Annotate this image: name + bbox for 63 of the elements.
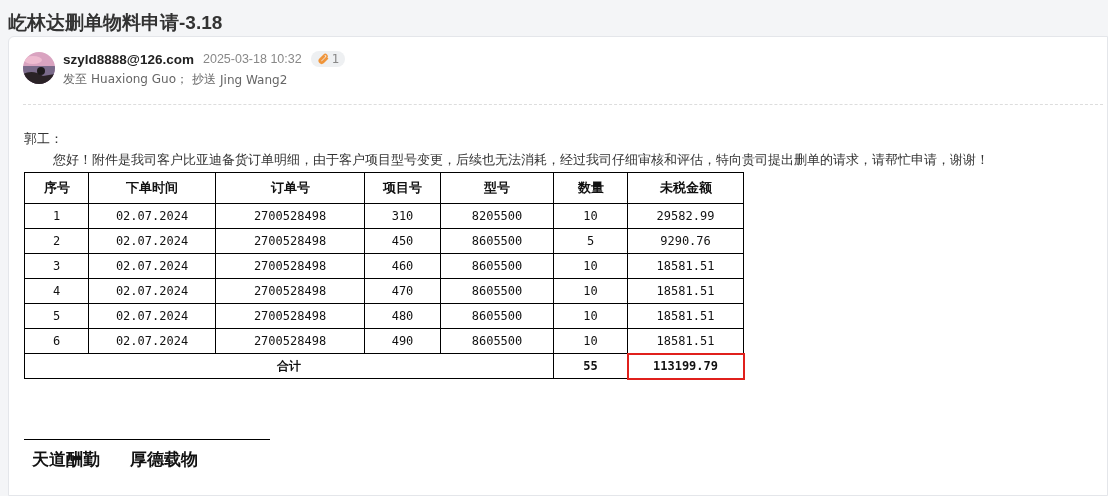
- table-cell: 460: [364, 253, 441, 279]
- table-cell: 18581.51: [627, 303, 744, 329]
- table-cell: 3: [24, 253, 89, 279]
- table-cell: 470: [364, 278, 441, 304]
- recipients-label: 发至: [63, 71, 87, 88]
- table-cell: 02.07.2024: [88, 228, 216, 254]
- table-cell: 18581.51: [627, 278, 744, 304]
- table-cell: 02.07.2024: [88, 203, 216, 229]
- total-label-cell: 合计: [24, 353, 554, 379]
- table-cell: 18581.51: [627, 253, 744, 279]
- table-cell: 310: [364, 203, 441, 229]
- recipient-name[interactable]: Huaxiong Guo；: [91, 71, 189, 88]
- table-cell: 2700528498: [215, 253, 365, 279]
- column-header: 项目号: [364, 172, 441, 204]
- table-cell: 450: [364, 228, 441, 254]
- signature-motto: 厚德载物: [130, 449, 198, 471]
- paperclip-icon: [316, 53, 329, 65]
- table-cell: 02.07.2024: [88, 328, 216, 354]
- table-cell: 2700528498: [215, 228, 365, 254]
- table-cell: 10: [553, 303, 628, 329]
- table-cell: 2700528498: [215, 203, 365, 229]
- column-header: 未税金额: [627, 172, 744, 204]
- column-header: 型号: [440, 172, 554, 204]
- table-cell: 4: [24, 278, 89, 304]
- table-cell: 8605500: [440, 303, 554, 329]
- column-header: 订单号: [215, 172, 365, 204]
- table-cell: 8605500: [440, 228, 554, 254]
- greeting: 郭工：: [24, 131, 64, 148]
- table-cell: 29582.99: [627, 203, 744, 229]
- table-cell: 2700528498: [215, 303, 365, 329]
- column-header: 序号: [24, 172, 89, 204]
- table-cell: 8205500: [440, 203, 554, 229]
- table-cell: 02.07.2024: [88, 278, 216, 304]
- table-cell: 480: [364, 303, 441, 329]
- table-cell: 02.07.2024: [88, 303, 216, 329]
- column-header: 数量: [553, 172, 628, 204]
- table-cell: 1: [24, 203, 89, 229]
- table-cell: 02.07.2024: [88, 253, 216, 279]
- signature-motto: 天道酬勤: [32, 449, 100, 471]
- table-cell: 2700528498: [215, 278, 365, 304]
- total-amount-cell: 113199.79: [627, 353, 744, 379]
- table-cell: 10: [553, 278, 628, 304]
- table-cell: 5: [24, 303, 89, 329]
- table-cell: 5: [553, 228, 628, 254]
- table-cell: 2: [24, 228, 89, 254]
- sender-address[interactable]: szyld8888@126.com: [63, 51, 194, 67]
- table-cell: 9290.76: [627, 228, 744, 254]
- table-cell: 10: [553, 328, 628, 354]
- message-paragraph: 您好！附件是我司客户比亚迪备货订单明细，由于客户项目型号变更，后续也无法消耗，经过我司仔细审核和评估，特向贵司提出删单的请求，请帮忙申请，谢谢！: [53, 152, 990, 169]
- email-subject: 屹林达删单物料申请-3.18: [7, 11, 224, 35]
- sent-time: 2025-03-18 10:32: [203, 52, 302, 66]
- table-cell: 490: [364, 328, 441, 354]
- table-cell: 6: [24, 328, 89, 354]
- cc-name[interactable]: Jing Wang2: [220, 72, 288, 87]
- column-header: 下单时间: [88, 172, 216, 204]
- table-cell: 2700528498: [215, 328, 365, 354]
- table-cell: 8605500: [440, 328, 554, 354]
- attachment-badge[interactable]: 1: [310, 51, 346, 67]
- table-cell: 10: [553, 253, 628, 279]
- table-cell: 8605500: [440, 253, 554, 279]
- table-cell: 8605500: [440, 278, 554, 304]
- table-cell: 10: [553, 203, 628, 229]
- cc-label: 抄送: [192, 71, 217, 88]
